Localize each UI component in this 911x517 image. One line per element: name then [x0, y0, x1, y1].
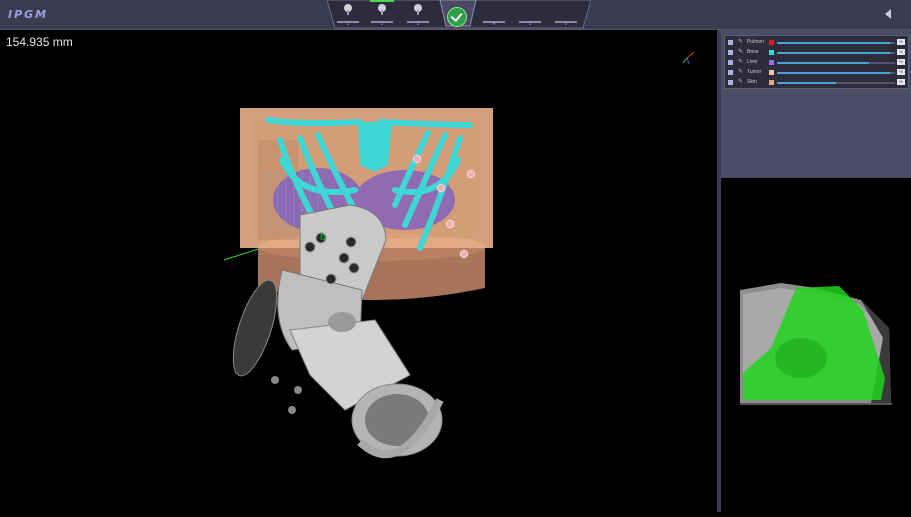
- active-step-indicator: [370, 0, 394, 2]
- surgical-tool-icon: [378, 4, 386, 15]
- layer-name: Skin: [747, 79, 757, 85]
- collapse-arrow-icon[interactable]: [885, 9, 891, 19]
- step-label: 2: [380, 21, 384, 27]
- layer-color-swatch[interactable]: [769, 80, 774, 85]
- 3d-viewport[interactable]: 154.935 mm b: [0, 30, 717, 512]
- step-label: 3: [416, 21, 420, 27]
- step-label: 1: [346, 21, 350, 27]
- opacity-value[interactable]: %: [897, 79, 905, 85]
- workflow-step-6[interactable]: 6: [551, 1, 581, 27]
- layer-list: ✎ Pulmon % ✎ Bone % ✎ Liver % ✎ Tumor % …: [724, 35, 909, 89]
- workflow-step-1[interactable]: 1: [333, 1, 363, 27]
- step-label: 5: [528, 21, 532, 27]
- layer-row-tumor[interactable]: ✎ Tumor %: [725, 68, 908, 77]
- probe-logo: b: [320, 232, 326, 243]
- step-label: 4: [492, 21, 496, 27]
- opacity-slider[interactable]: [777, 42, 895, 44]
- layer-row-bone[interactable]: ✎ Bone %: [725, 48, 908, 57]
- surgical-tool-icon: [414, 4, 422, 15]
- opacity-value[interactable]: %: [897, 69, 905, 75]
- layer-visibility-checkbox[interactable]: [728, 80, 733, 85]
- top-toolbar: IPGM 1 2 3 4 5 6: [0, 0, 911, 30]
- sternum-model: [358, 122, 392, 172]
- opacity-slider-fill: [777, 72, 891, 74]
- opacity-slider-fill: [777, 52, 891, 54]
- layer-row-pulmon[interactable]: ✎ Pulmon %: [725, 38, 908, 47]
- confirm-check-icon[interactable]: [447, 7, 467, 27]
- pen-icon[interactable]: ✎: [738, 58, 743, 65]
- layer-row-skin[interactable]: ✎ Skin %: [725, 78, 908, 87]
- workflow-step-4[interactable]: 4: [479, 1, 509, 27]
- opacity-slider[interactable]: [777, 82, 895, 84]
- workflow-step-2[interactable]: 2: [367, 0, 397, 27]
- layer-visibility-checkbox[interactable]: [728, 40, 733, 45]
- layer-visibility-checkbox[interactable]: [728, 70, 733, 75]
- pen-icon[interactable]: ✎: [738, 48, 743, 55]
- opacity-slider-fill: [777, 62, 870, 64]
- pen-icon[interactable]: ✎: [738, 78, 743, 85]
- surgical-tool-icon: [344, 4, 352, 15]
- opacity-value[interactable]: %: [897, 59, 905, 65]
- opacity-slider[interactable]: [777, 62, 895, 64]
- workflow-step-5[interactable]: 5: [515, 1, 545, 27]
- axis-gizmo-icon: [682, 51, 695, 65]
- layer-color-swatch[interactable]: [769, 50, 774, 55]
- layer-visibility-checkbox[interactable]: [728, 60, 733, 65]
- layer-visibility-checkbox[interactable]: [728, 50, 733, 55]
- opacity-slider-fill: [777, 82, 836, 84]
- layer-color-swatch[interactable]: [769, 60, 774, 65]
- opacity-slider-fill: [777, 42, 891, 44]
- workflow-step-3[interactable]: 3: [403, 1, 433, 27]
- layer-color-swatch[interactable]: [769, 70, 774, 75]
- layer-name: Bone: [747, 49, 759, 55]
- opacity-slider[interactable]: [777, 52, 895, 54]
- layer-control-panel: ✎ Pulmon % ✎ Bone % ✎ Liver % ✎ Tumor % …: [721, 30, 911, 178]
- layer-color-swatch[interactable]: [769, 40, 774, 45]
- step-label: 6: [564, 21, 568, 27]
- app-logo: IPGM: [8, 8, 49, 21]
- opacity-value[interactable]: %: [897, 49, 905, 55]
- opacity-slider[interactable]: [777, 72, 895, 74]
- layer-name: Liver: [747, 59, 758, 65]
- ct-slice-image: [740, 283, 892, 405]
- layer-name: Tumor: [747, 69, 762, 75]
- layer-name: Pulmon: [747, 39, 764, 45]
- pen-icon[interactable]: ✎: [738, 68, 743, 75]
- opacity-value[interactable]: %: [897, 39, 905, 45]
- layer-row-liver[interactable]: ✎ Liver %: [725, 58, 908, 67]
- 3d-scene: b: [223, 51, 695, 459]
- pen-icon[interactable]: ✎: [738, 38, 743, 45]
- ct-slice-view[interactable]: [721, 178, 911, 512]
